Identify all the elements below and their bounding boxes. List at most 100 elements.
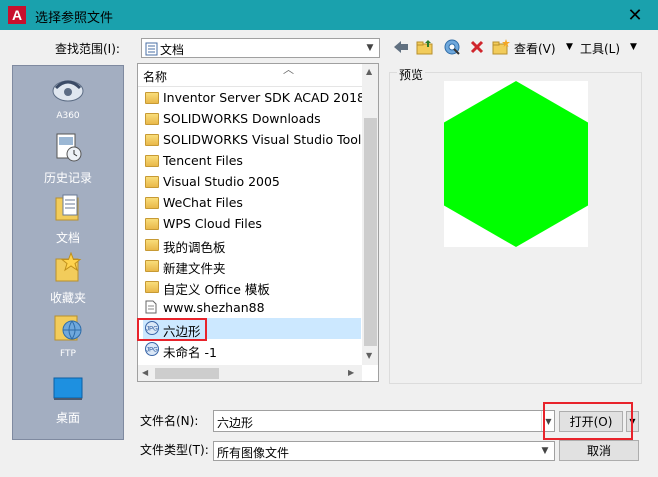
- autocad-logo-icon: A: [8, 6, 26, 24]
- list-item[interactable]: WPS Cloud Files: [143, 213, 361, 234]
- place-favorites[interactable]: 收藏夹: [13, 251, 123, 306]
- place-history[interactable]: 历史记录: [13, 132, 123, 186]
- list-item-label: Tencent Files: [163, 153, 243, 168]
- folder-icon: [145, 216, 159, 230]
- lookin-value: 文档: [160, 43, 185, 57]
- place-desktop[interactable]: 桌面: [13, 372, 123, 426]
- open-dropdown-icon[interactable]: ▼: [626, 411, 639, 432]
- list-item[interactable]: JPG 六边形: [143, 318, 361, 339]
- tools-menu-button[interactable]: 工具(L): [580, 40, 620, 57]
- folder-icon: [145, 195, 159, 209]
- places-bar: A360 历史记录 文档 收藏夹 FTP 桌面: [12, 65, 124, 440]
- view-dropdown-icon[interactable]: ▼: [566, 42, 573, 52]
- list-item[interactable]: Visual Studio 2005: [143, 171, 361, 192]
- list-item[interactable]: 新建文件夹: [143, 255, 361, 276]
- list-item-label: 六边形: [163, 324, 201, 339]
- back-button[interactable]: [391, 37, 411, 57]
- search-web-icon: [444, 39, 460, 55]
- new-folder-icon: [492, 39, 510, 55]
- svg-text:JPG: JPG: [146, 327, 158, 333]
- list-item[interactable]: JPG 未命名 -1: [143, 339, 361, 360]
- lookin-label: 查找范围(I):: [55, 42, 120, 56]
- jpg-file-icon: JPG: [145, 342, 159, 356]
- list-item-label: Visual Studio 2005: [163, 174, 280, 189]
- list-item-label: Inventor Server SDK ACAD 2018: [163, 90, 365, 105]
- documents-folder-icon: [145, 42, 158, 59]
- place-label: 文档: [55, 231, 80, 245]
- list-item-label: WPS Cloud Files: [163, 216, 262, 231]
- column-header-label: 名称: [143, 70, 168, 84]
- folder-icon: [145, 153, 159, 167]
- jpg-file-icon: JPG: [145, 321, 159, 335]
- tools-dropdown-icon[interactable]: ▼: [630, 42, 637, 52]
- place-label: 收藏夹: [49, 291, 86, 305]
- list-item[interactable]: SOLIDWORKS Downloads: [143, 108, 361, 129]
- close-button[interactable]: ✕: [622, 2, 648, 28]
- list-item-label: SOLIDWORKS Downloads: [163, 111, 321, 126]
- list-item-label: WeChat Files: [163, 195, 243, 210]
- folder-icon: [145, 279, 159, 293]
- place-label: A360: [56, 111, 80, 121]
- horizontal-scroll-thumb[interactable]: [155, 368, 219, 379]
- column-header-name[interactable]: 名称 ︿: [138, 64, 362, 87]
- folder-icon: [145, 237, 159, 251]
- filetype-value: 所有图像文件: [217, 446, 290, 460]
- delete-icon: [470, 40, 484, 54]
- search-web-button[interactable]: [441, 37, 463, 57]
- place-documents[interactable]: 文档: [13, 192, 123, 246]
- list-item[interactable]: Tencent Files: [143, 150, 361, 171]
- view-menu-button[interactable]: 查看(V): [514, 40, 556, 57]
- documents-icon: [55, 194, 79, 221]
- folder-icon: [145, 111, 159, 125]
- preview-image: [444, 81, 588, 247]
- vertical-scrollbar[interactable]: ▲ ▼: [362, 64, 378, 365]
- list-item-label: 新建文件夹: [163, 261, 226, 276]
- new-folder-button[interactable]: [491, 37, 511, 57]
- favorites-icon: [55, 251, 82, 282]
- filetype-label: 文件类型(T):: [140, 443, 209, 457]
- list-item[interactable]: Inventor Server SDK ACAD 2018: [143, 87, 365, 108]
- svg-text:A: A: [12, 7, 22, 23]
- a360-icon: [52, 80, 84, 102]
- scroll-down-icon[interactable]: ▼: [366, 351, 372, 360]
- chevron-down-icon[interactable]: ▼: [363, 40, 377, 56]
- up-folder-button[interactable]: [414, 37, 436, 57]
- open-button[interactable]: 打开(O): [559, 411, 623, 432]
- lookin-combobox[interactable]: 文档 ▼: [141, 38, 380, 58]
- filename-label: 文件名(N):: [140, 414, 199, 428]
- scroll-up-icon[interactable]: ▲: [366, 67, 372, 76]
- folder-icon: [145, 90, 159, 104]
- chevron-down-icon[interactable]: ▼: [538, 443, 552, 459]
- list-item[interactable]: www.shezhan88: [143, 297, 361, 318]
- preview-label: 预览: [397, 66, 426, 83]
- svg-text:JPG: JPG: [146, 348, 158, 354]
- filetype-combobox[interactable]: 所有图像文件 ▼: [213, 441, 555, 461]
- scroll-left-icon[interactable]: ◀: [142, 368, 148, 377]
- vertical-scroll-thumb[interactable]: [364, 118, 377, 346]
- list-item[interactable]: SOLIDWORKS Visual Studio Tools: [143, 129, 368, 150]
- filename-input[interactable]: 六边形: [213, 410, 555, 432]
- place-a360[interactable]: A360: [13, 74, 123, 121]
- filename-dropdown-icon[interactable]: ▼: [541, 411, 555, 431]
- list-item[interactable]: 自定义 Office 模板: [143, 276, 361, 297]
- desktop-icon: [53, 377, 83, 400]
- folder-icon: [145, 258, 159, 272]
- list-item[interactable]: WeChat Files: [143, 192, 361, 213]
- list-item-label: SOLIDWORKS Visual Studio Tools: [163, 132, 368, 147]
- cancel-button[interactable]: 取消: [559, 440, 639, 461]
- history-icon: [56, 133, 82, 162]
- hexagon-shape: [444, 81, 588, 247]
- close-icon: ✕: [627, 4, 643, 26]
- back-icon: [394, 41, 408, 53]
- file-list[interactable]: 名称 ︿ Inventor Server SDK ACAD 2018 SOLIDW…: [137, 63, 379, 382]
- delete-button[interactable]: [467, 37, 487, 57]
- list-item-label: 我的调色板: [163, 240, 226, 255]
- scroll-right-icon[interactable]: ▶: [348, 368, 354, 377]
- list-item[interactable]: 我的调色板: [143, 234, 361, 255]
- horizontal-scrollbar[interactable]: ◀ ▶: [138, 365, 362, 381]
- list-item-label: 未命名 -1: [163, 345, 217, 360]
- place-ftp[interactable]: FTP: [13, 312, 123, 359]
- filename-value: 六边形: [217, 416, 254, 430]
- place-label: FTP: [60, 349, 76, 359]
- folder-icon: [145, 174, 159, 188]
